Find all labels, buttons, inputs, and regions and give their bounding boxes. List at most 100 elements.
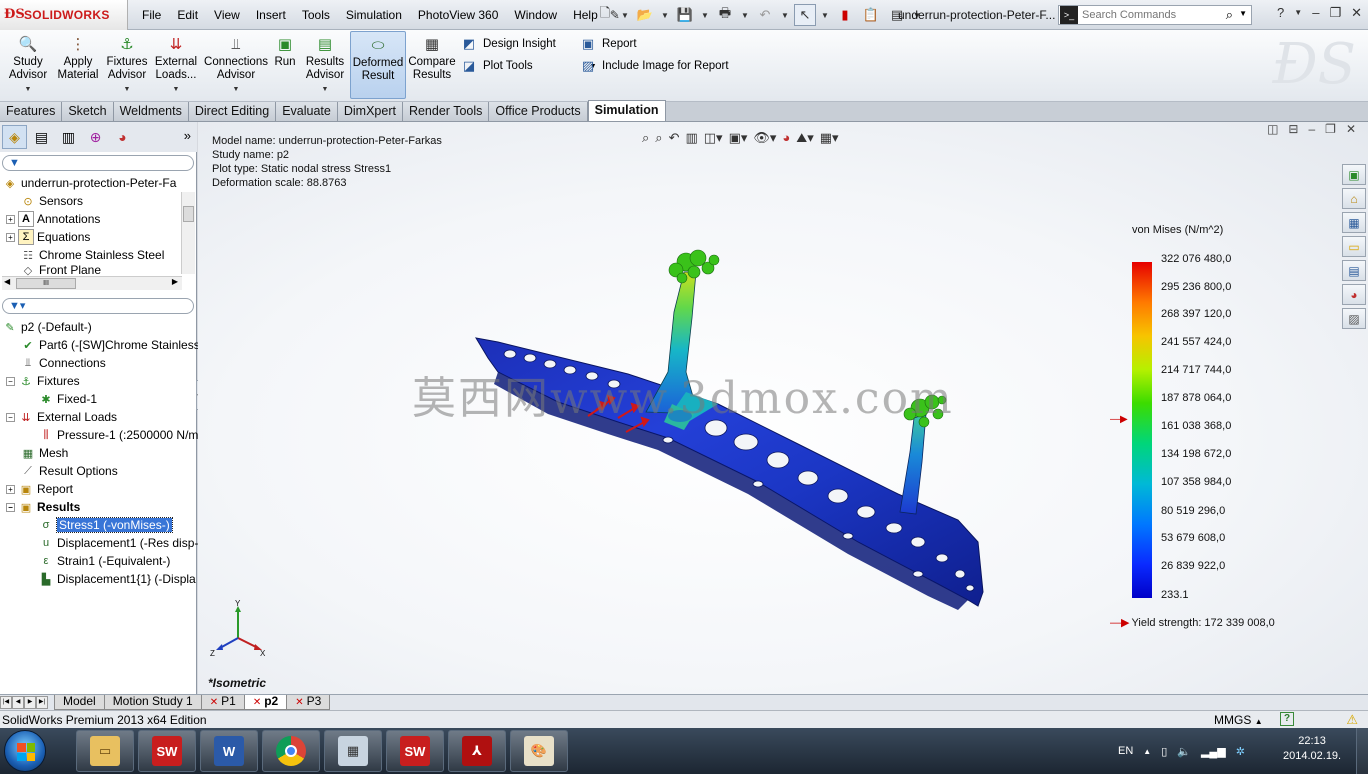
taskbar-paint[interactable]: 🎨 xyxy=(510,730,568,772)
tree-item-equations[interactable]: + Σ Equations xyxy=(6,228,90,246)
feature-tree-root[interactable]: ◈ underrun-protection-Peter-Fa xyxy=(2,174,177,192)
taskbar-acrobat[interactable]: ⅄ xyxy=(448,730,506,772)
chevron-right-icon[interactable]: » xyxy=(184,128,191,143)
new-document-icon[interactable]: 🗋 xyxy=(594,4,616,26)
new-dropdown-icon[interactable]: ▼ xyxy=(620,4,630,26)
scroll-right-icon[interactable]: ▶ xyxy=(172,277,178,286)
study-part[interactable]: ✔ Part6 (-[SW]Chrome Stainless xyxy=(20,336,199,354)
collapse-icon[interactable]: − xyxy=(6,412,15,422)
menu-photoview[interactable]: PhotoView 360 xyxy=(410,8,507,22)
reference-triad[interactable]: Y X Z xyxy=(208,600,268,656)
connections-advisor-button[interactable]: ⫫ Connections Advisor ▼ xyxy=(204,34,268,98)
system-clock[interactable]: 22:13 2014.02.19. xyxy=(1283,734,1341,764)
study-results[interactable]: − ▣ Results xyxy=(6,498,80,516)
search-dropdown-icon[interactable]: ▼ xyxy=(1239,9,1247,18)
dimxpert-manager-tab-icon[interactable]: ⊕ xyxy=(83,125,108,149)
study-connections[interactable]: ⫫ Connections xyxy=(20,354,106,372)
select-dropdown-icon[interactable]: ▼ xyxy=(820,4,830,26)
rebuild-traffic-light-icon[interactable]: ▮ xyxy=(834,4,856,26)
tree-item-annotations[interactable]: + A Annotations xyxy=(6,210,100,228)
undo-icon[interactable]: ↶ xyxy=(754,4,776,26)
menu-view[interactable]: View xyxy=(206,8,248,22)
collapse-icon[interactable]: − xyxy=(6,502,15,512)
feature-manager-tab-icon[interactable]: ◈ xyxy=(2,125,27,149)
result-strain-1[interactable]: ε Strain1 (-Equivalent-) xyxy=(38,552,171,570)
tab-study-p3[interactable]: ✕ P3 xyxy=(286,695,331,710)
tab-weldments[interactable]: Weldments xyxy=(113,102,189,121)
feature-tree-vertical-scrollbar[interactable] xyxy=(181,192,195,274)
search-icon[interactable]: ⌕ xyxy=(1226,7,1233,23)
tab-sketch[interactable]: Sketch xyxy=(62,102,114,121)
taskbar-calculator[interactable]: ▦ xyxy=(324,730,382,772)
tree-item-material[interactable]: ☷ Chrome Stainless Steel xyxy=(20,246,164,264)
expand-icon[interactable]: + xyxy=(6,214,15,224)
scroll-thumb[interactable] xyxy=(183,206,194,222)
stress-legend[interactable]: von Mises (N/m^2) 322 076 480,0 295 236 … xyxy=(1108,222,1368,642)
plot-tools-button[interactable]: ◪ Plot Tools ▼ xyxy=(460,58,597,74)
tab-render-tools[interactable]: Render Tools xyxy=(402,102,490,121)
include-image-button[interactable]: ▨ Include Image for Report xyxy=(579,58,729,74)
menu-edit[interactable]: Edit xyxy=(169,8,206,22)
taskbar-solidworks-2[interactable]: SW xyxy=(386,730,444,772)
menu-simulation[interactable]: Simulation xyxy=(338,8,410,22)
save-dropdown-icon[interactable]: ▼ xyxy=(700,4,710,26)
study-advisor-button[interactable]: 🔍 Study Advisor ▼ xyxy=(6,34,50,98)
results-advisor-button[interactable]: ▤ Results Advisor ▼ xyxy=(304,34,346,98)
tab-dimxpert[interactable]: DimXpert xyxy=(337,102,403,121)
study-mesh[interactable]: ▦ Mesh xyxy=(20,444,69,462)
configuration-manager-tab-icon[interactable]: ▥ xyxy=(56,125,81,149)
tree-item-sensors[interactable]: ⊙ Sensors xyxy=(20,192,83,210)
unit-system-selector[interactable]: MMGS ▲ xyxy=(1214,713,1263,727)
show-desktop-button[interactable] xyxy=(1356,728,1368,774)
help-dropdown-icon[interactable]: ▼ xyxy=(1294,5,1302,21)
network-icon[interactable]: ▂▄▆ xyxy=(1201,745,1226,758)
tray-app-icon[interactable]: ✲ xyxy=(1236,745,1245,758)
scroll-thumb[interactable]: III xyxy=(16,278,76,289)
close-icon[interactable]: ✕ xyxy=(1351,5,1362,21)
save-icon[interactable]: 💾 xyxy=(674,4,696,26)
scroll-left-icon[interactable]: ◀ xyxy=(4,277,10,286)
undo-dropdown-icon[interactable]: ▼ xyxy=(780,4,790,26)
study-pressure-1[interactable]: ⫼ Pressure-1 (:2500000 N/m xyxy=(38,426,198,444)
search-commands-box[interactable]: >_ ⌕ ▼ xyxy=(1058,5,1252,25)
tab-simulation[interactable]: Simulation xyxy=(587,100,666,121)
minimize-icon[interactable]: – xyxy=(1312,5,1319,21)
result-displacement-1[interactable]: u Displacement1 (-Res disp- xyxy=(38,534,198,552)
first-tab-icon[interactable]: |◀ xyxy=(0,696,12,709)
tab-motion-study-1[interactable]: Motion Study 1 xyxy=(103,695,202,710)
tab-model[interactable]: Model xyxy=(54,695,105,710)
collapse-icon[interactable]: − xyxy=(6,376,15,386)
compare-results-button[interactable]: ▦ Compare Results xyxy=(408,34,456,98)
print-dropdown-icon[interactable]: ▼ xyxy=(740,4,750,26)
expand-icon[interactable]: + xyxy=(6,232,15,242)
menu-insert[interactable]: Insert xyxy=(248,8,294,22)
display-manager-tab-icon[interactable]: ◕ xyxy=(110,125,135,149)
expand-icon[interactable]: + xyxy=(6,484,15,494)
deformed-result-button[interactable]: ⬭ Deformed Result xyxy=(350,31,406,99)
start-button[interactable] xyxy=(4,730,46,772)
study-fixtures[interactable]: − ⚓ Fixtures xyxy=(6,372,80,390)
tab-study-p1[interactable]: ✕ P1 xyxy=(200,695,245,710)
select-arrow-icon[interactable]: ↖ xyxy=(794,4,816,26)
quick-tips-icon[interactable]: ? xyxy=(1280,712,1294,726)
fixtures-advisor-button[interactable]: ⚓ Fixtures Advisor ▼ xyxy=(104,34,150,98)
volume-icon[interactable]: 🔈 xyxy=(1177,745,1191,758)
report-button[interactable]: ▣ Report xyxy=(579,36,637,52)
feature-tree-horizontal-scrollbar[interactable]: ◀ III ▶ xyxy=(2,276,182,290)
tab-direct-editing[interactable]: Direct Editing xyxy=(188,102,277,121)
open-folder-icon[interactable]: 📂 xyxy=(634,4,656,26)
show-hidden-icons-icon[interactable]: ▲ xyxy=(1143,747,1151,756)
search-input[interactable] xyxy=(1082,9,1222,21)
taskbar-explorer[interactable]: ▭ xyxy=(76,730,134,772)
prev-tab-icon[interactable]: ◀ xyxy=(12,696,24,709)
menu-tools[interactable]: Tools xyxy=(294,8,338,22)
tab-evaluate[interactable]: Evaluate xyxy=(276,102,338,121)
property-manager-tab-icon[interactable]: ▤ xyxy=(29,125,54,149)
study-result-options[interactable]: ⟋ Result Options xyxy=(20,462,118,480)
study-external-loads[interactable]: − ⇊ External Loads xyxy=(6,408,117,426)
power-icon[interactable]: ▯ xyxy=(1161,745,1167,758)
result-displacement-1-1[interactable]: ▙ Displacement1{1} (-Displa xyxy=(38,570,196,588)
solidworks-logo[interactable]: ƉS SOLIDWORKS xyxy=(0,0,128,30)
tree-item-front-plane[interactable]: ◇ Front Plane xyxy=(20,264,101,276)
menu-file[interactable]: File xyxy=(134,8,169,22)
